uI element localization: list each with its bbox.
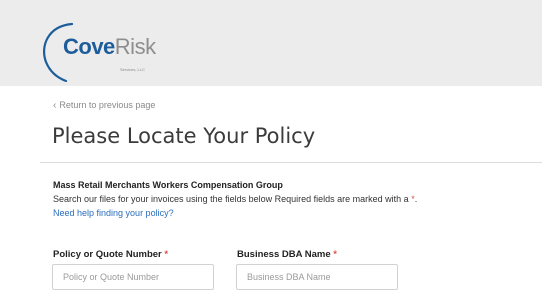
business-dba-label-text: Business DBA Name xyxy=(237,249,331,260)
page-title: Please Locate Your Policy xyxy=(52,124,316,148)
return-link[interactable]: ‹ Return to previous page xyxy=(53,100,155,111)
required-marker: * xyxy=(333,249,337,260)
chevron-left-icon: ‹ xyxy=(53,100,57,111)
site-header: CoveRisk Services, LLC xyxy=(0,0,542,86)
logo-wordmark: CoveRisk xyxy=(63,34,156,60)
instructions-text: Search our files for your invoices using… xyxy=(53,194,417,204)
policy-number-label-text: Policy or Quote Number xyxy=(53,249,162,260)
divider xyxy=(40,162,542,163)
return-link-label: Return to previous page xyxy=(59,100,156,110)
group-name: Mass Retail Merchants Workers Compensati… xyxy=(53,180,283,190)
business-dba-label: Business DBA Name * xyxy=(237,249,337,260)
policy-number-input[interactable] xyxy=(52,264,214,290)
help-finding-policy-link[interactable]: Need help finding your policy? xyxy=(53,208,174,218)
policy-number-label: Policy or Quote Number * xyxy=(53,249,168,260)
instructions-body: Search our files for your invoices using… xyxy=(53,194,409,204)
required-marker: * xyxy=(164,249,169,260)
logo-name-part2: Risk xyxy=(114,34,156,59)
instructions-end: . xyxy=(414,194,418,204)
logo-subtitle: Services, LLC xyxy=(120,67,145,72)
coverisk-logo[interactable]: CoveRisk Services, LLC xyxy=(38,20,188,82)
logo-name-part1: Cove xyxy=(63,34,115,59)
business-dba-input[interactable] xyxy=(236,264,398,290)
